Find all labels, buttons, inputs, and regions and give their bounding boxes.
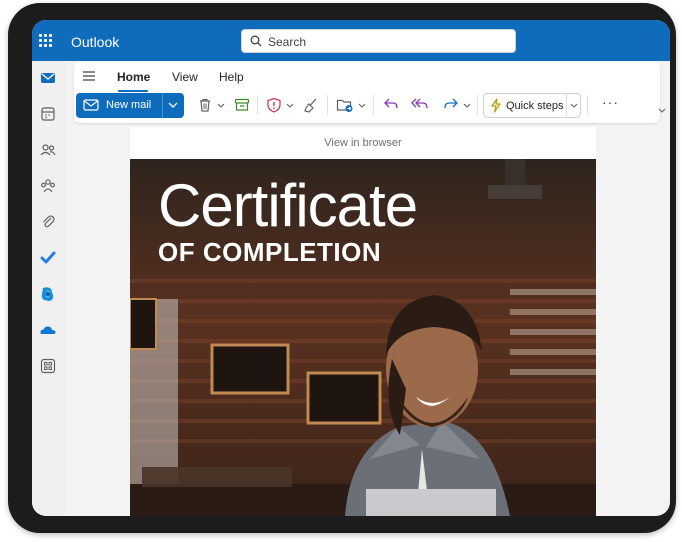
chevron-down-icon[interactable]	[570, 103, 578, 109]
toolbar-divider	[477, 95, 478, 115]
calendar-icon[interactable]	[39, 105, 57, 123]
tablet-frame: Outlook Search Home View Help New mail Q…	[8, 3, 676, 533]
split-divider	[566, 94, 567, 117]
view-in-browser-link[interactable]: View in browser	[130, 137, 596, 149]
search-placeholder: Search	[268, 35, 307, 49]
app-title[interactable]: Outlook	[71, 34, 119, 50]
report-icon[interactable]	[266, 97, 282, 113]
microsoft365-icon[interactable]	[39, 285, 57, 303]
toolbar-divider	[327, 95, 328, 115]
people-icon[interactable]	[39, 141, 57, 159]
mail-icon[interactable]	[39, 69, 57, 87]
certificate-hero-image: Certificate OF COMPLETION	[130, 159, 596, 516]
header-bar: Outlook Search	[32, 20, 670, 61]
new-mail-icon	[83, 99, 99, 111]
archive-icon[interactable]	[234, 97, 250, 113]
ribbon: Home View Help New mail Quick steps ···	[74, 61, 660, 123]
attachment-icon[interactable]	[39, 213, 57, 231]
forward-icon[interactable]	[443, 97, 459, 111]
quick-steps-button[interactable]: Quick steps	[483, 93, 581, 118]
outlook-window: Outlook Search Home View Help New mail Q…	[32, 20, 670, 516]
certificate-subheadline: OF COMPLETION	[158, 237, 382, 267]
groups-icon[interactable]	[39, 177, 57, 195]
search-icon	[250, 35, 262, 47]
certificate-headline: Certificate	[158, 172, 418, 239]
sweep-icon[interactable]	[303, 97, 319, 113]
report-chevron-icon[interactable]	[286, 103, 294, 109]
delete-icon[interactable]	[198, 97, 212, 113]
search-box[interactable]: Search	[241, 29, 516, 53]
tab-home[interactable]: Home	[117, 70, 150, 84]
ribbon-expand-chevron-icon[interactable]	[658, 108, 666, 114]
app-rail	[32, 61, 66, 516]
delete-chevron-icon[interactable]	[217, 103, 225, 109]
tab-help[interactable]: Help	[219, 70, 244, 84]
toolbar-divider	[587, 95, 588, 115]
toolbar-divider	[257, 95, 258, 115]
tab-home-indicator	[118, 90, 148, 92]
app-launcher-icon[interactable]	[39, 34, 53, 48]
lightning-icon	[491, 98, 501, 113]
move-to-icon[interactable]	[336, 97, 354, 113]
move-chevron-icon[interactable]	[358, 103, 366, 109]
hamburger-menu-icon[interactable]	[82, 70, 96, 82]
chevron-down-icon[interactable]	[168, 101, 178, 109]
more-options-button[interactable]: ···	[602, 94, 619, 110]
new-mail-label: New mail	[106, 99, 152, 111]
reply-all-icon[interactable]	[411, 97, 429, 111]
quick-steps-label: Quick steps	[506, 100, 564, 112]
tab-view[interactable]: View	[172, 70, 198, 84]
todo-icon[interactable]	[39, 249, 57, 267]
apps-icon[interactable]	[39, 357, 57, 375]
toolbar-divider	[373, 95, 374, 115]
new-mail-button[interactable]: New mail	[76, 93, 184, 118]
reply-icon[interactable]	[383, 97, 399, 111]
onedrive-icon[interactable]	[39, 321, 57, 339]
split-divider	[162, 93, 163, 118]
forward-chevron-icon[interactable]	[463, 103, 471, 109]
reading-pane: View in browser Certificate OF COMPLETIO…	[130, 127, 596, 516]
